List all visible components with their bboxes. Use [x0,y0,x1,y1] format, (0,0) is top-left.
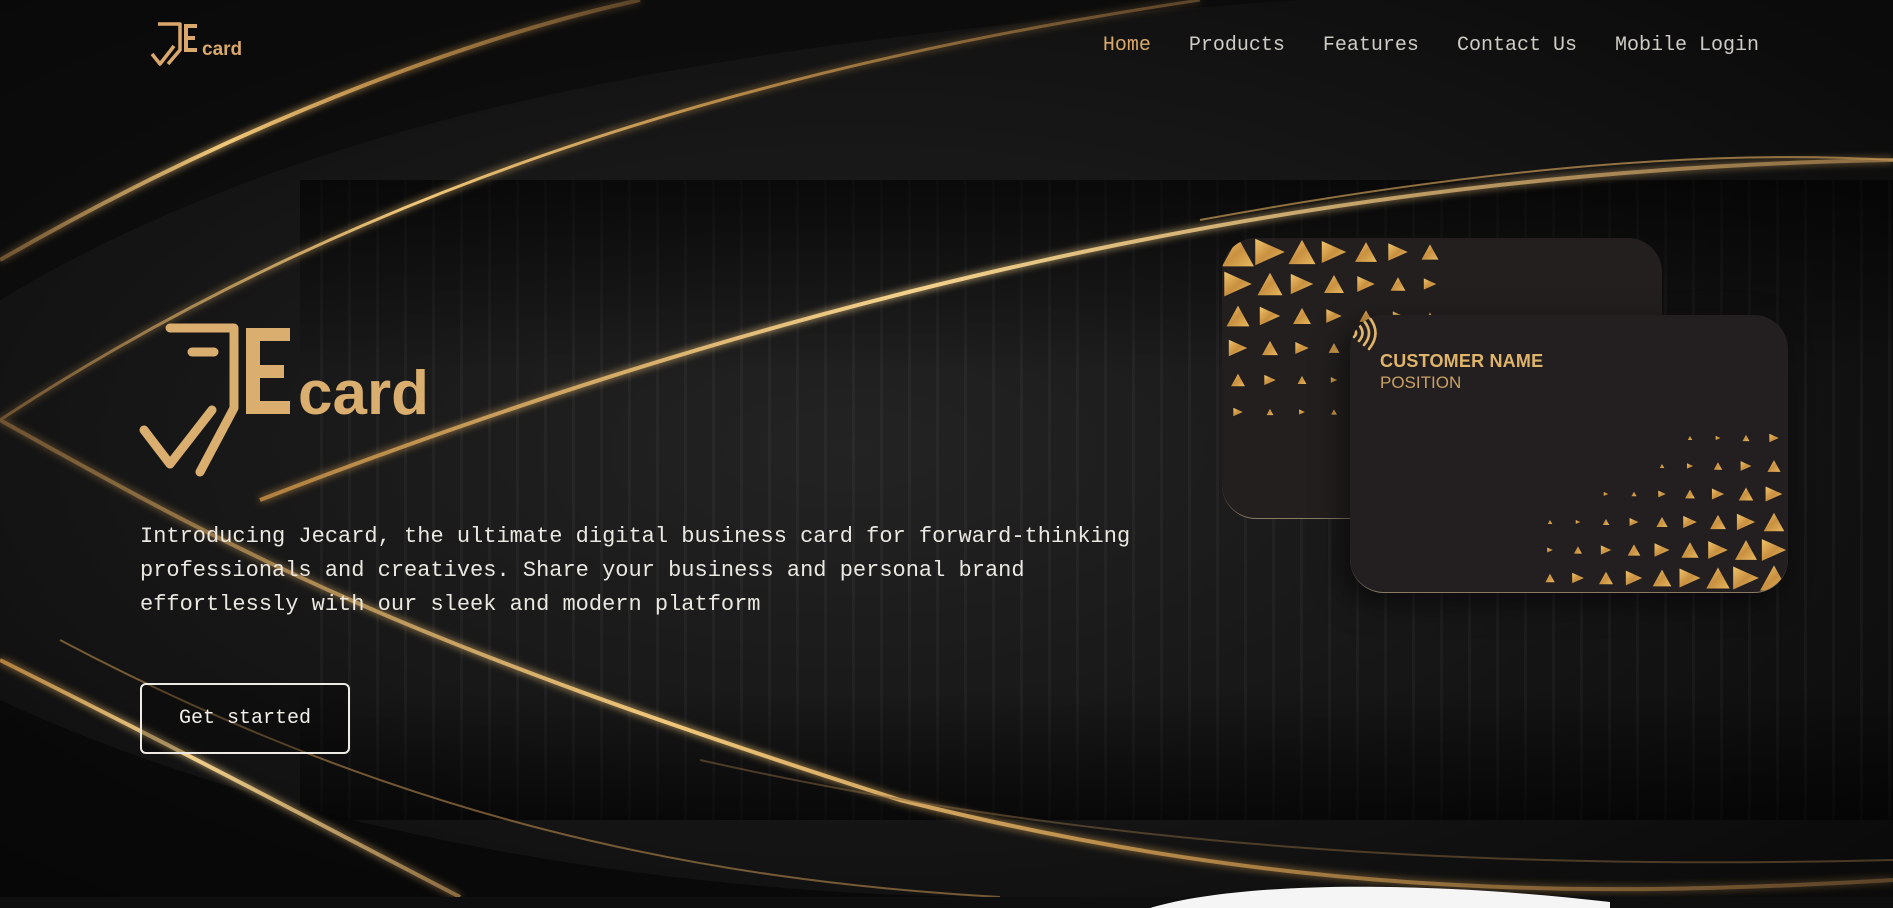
nav-item-features[interactable]: Features [1323,34,1419,57]
card-pattern-triangle [1706,567,1730,589]
nav-item-products[interactable]: Products [1189,34,1285,57]
card-pattern-triangle [1572,572,1584,584]
card-pattern-triangle [1421,244,1439,260]
card-pattern-triangle [1331,409,1337,415]
business-card-preview: CUSTOMER NAME POSITION [1222,238,1788,598]
card-pattern-triangle [1767,460,1781,472]
card-pattern-triangle [1257,272,1283,296]
card-pattern-triangle [1710,514,1726,530]
card-pattern-triangle [1735,540,1757,560]
card-pattern-triangle [1711,488,1725,500]
card-pattern-triangle [1715,435,1721,441]
card-pattern-triangle [1326,309,1342,323]
bottom-wave [1150,886,1610,908]
card-pattern-triangle [1708,541,1728,559]
get-started-button[interactable]: Get started [140,683,350,754]
card-pattern-triangle [1423,278,1437,290]
card-pattern-triangle [1228,339,1248,357]
svg-text:card: card [298,359,429,428]
card-pattern-triangle [1328,343,1340,353]
card-pattern-triangle [1629,518,1639,526]
card-pattern-triangle [1264,374,1276,386]
card-pattern-triangle [1738,487,1754,501]
card-pattern-triangle [1574,546,1582,554]
card-pattern-triangle [1547,547,1553,553]
card-pattern-triangle [1656,516,1668,528]
card-pattern-triangle [1295,341,1309,355]
main-nav: Home Products Features Contact Us Mobile… [1103,34,1759,57]
nav-item-home[interactable]: Home [1103,34,1151,57]
card-pattern-triangle [1288,239,1316,265]
card-pattern-triangle [1679,568,1701,588]
card-pattern-triangle [1658,490,1666,498]
card-pattern-triangle [1733,566,1759,590]
card-pattern-triangle [1233,407,1243,417]
card-pattern-triangle [1355,242,1377,262]
card-pattern-triangle [1297,376,1307,384]
card-pattern-triangle [1226,305,1250,327]
card-pattern-triangle [1545,573,1555,583]
card-position: POSITION [1380,373,1462,392]
card-pattern-triangle [1266,408,1274,416]
card-customer-name: CUSTOMER NAME [1380,351,1544,371]
card-pattern-triangle [1602,519,1610,525]
card-pattern-triangle [1681,542,1699,558]
card-pattern-triangle [1262,340,1278,356]
card-pattern-triangle [1231,373,1245,387]
card-pattern-triangle [1625,570,1643,586]
card-pattern-triangle [1713,462,1723,470]
hero-intro-text: Introducing Jecard, the ultimate digital… [140,524,1131,617]
card-pattern-triangle [1388,243,1408,261]
card-pattern-triangle [1765,486,1783,502]
card-pattern-triangle [1761,539,1787,561]
card-pattern-triangle [1631,491,1637,497]
card-pattern-triangle [1763,512,1785,532]
card-pattern-triangle [1357,276,1375,292]
card-pattern-triangle [1683,515,1697,529]
nav-item-contact-us[interactable]: Contact Us [1457,34,1577,57]
card-pattern-triangle [1603,491,1609,497]
nav-item-mobile-login[interactable]: Mobile Login [1615,34,1759,57]
card-pattern-triangle [1547,519,1553,525]
card-pattern-triangle [1224,271,1252,297]
card-pattern-triangle [1686,463,1694,469]
card-pattern-triangle [1290,273,1314,295]
card-pattern-triangle [1627,544,1641,556]
card-pattern-triangle [1222,238,1254,267]
contactless-icon [1352,315,1377,351]
card-pattern-triangle [1324,275,1344,293]
card-pattern-triangle [1293,307,1311,325]
card-pattern-triangle [1600,545,1612,555]
card-pattern-triangle [1769,433,1779,443]
nav-logo-icon[interactable]: card [150,20,250,72]
card-pattern-triangle [1652,569,1672,587]
card-pattern-triangle [1321,240,1347,264]
card-pattern-triangle [1255,238,1285,266]
card-pattern-triangle [1659,463,1665,469]
card-pattern-triangle [1654,543,1670,557]
hero-logo-icon: card [139,323,429,477]
card-pattern-triangle [1687,435,1693,441]
card-pattern-triangle [1599,571,1613,585]
card-pattern-triangle [1259,306,1281,326]
svg-text:card: card [202,39,242,60]
card-pattern-triangle [1760,565,1788,591]
card-pattern-triangle [1736,513,1756,531]
card-pattern-triangle [1740,461,1752,471]
card-pattern-triangle [1390,277,1406,291]
card-front: CUSTOMER NAME POSITION [1350,315,1788,593]
card-pattern-triangle [1330,377,1338,383]
card-pattern-triangle [1299,409,1305,415]
card-pattern-triangle [1742,434,1750,442]
card-pattern-triangle [1575,519,1581,525]
card-pattern-triangle [1685,489,1695,499]
